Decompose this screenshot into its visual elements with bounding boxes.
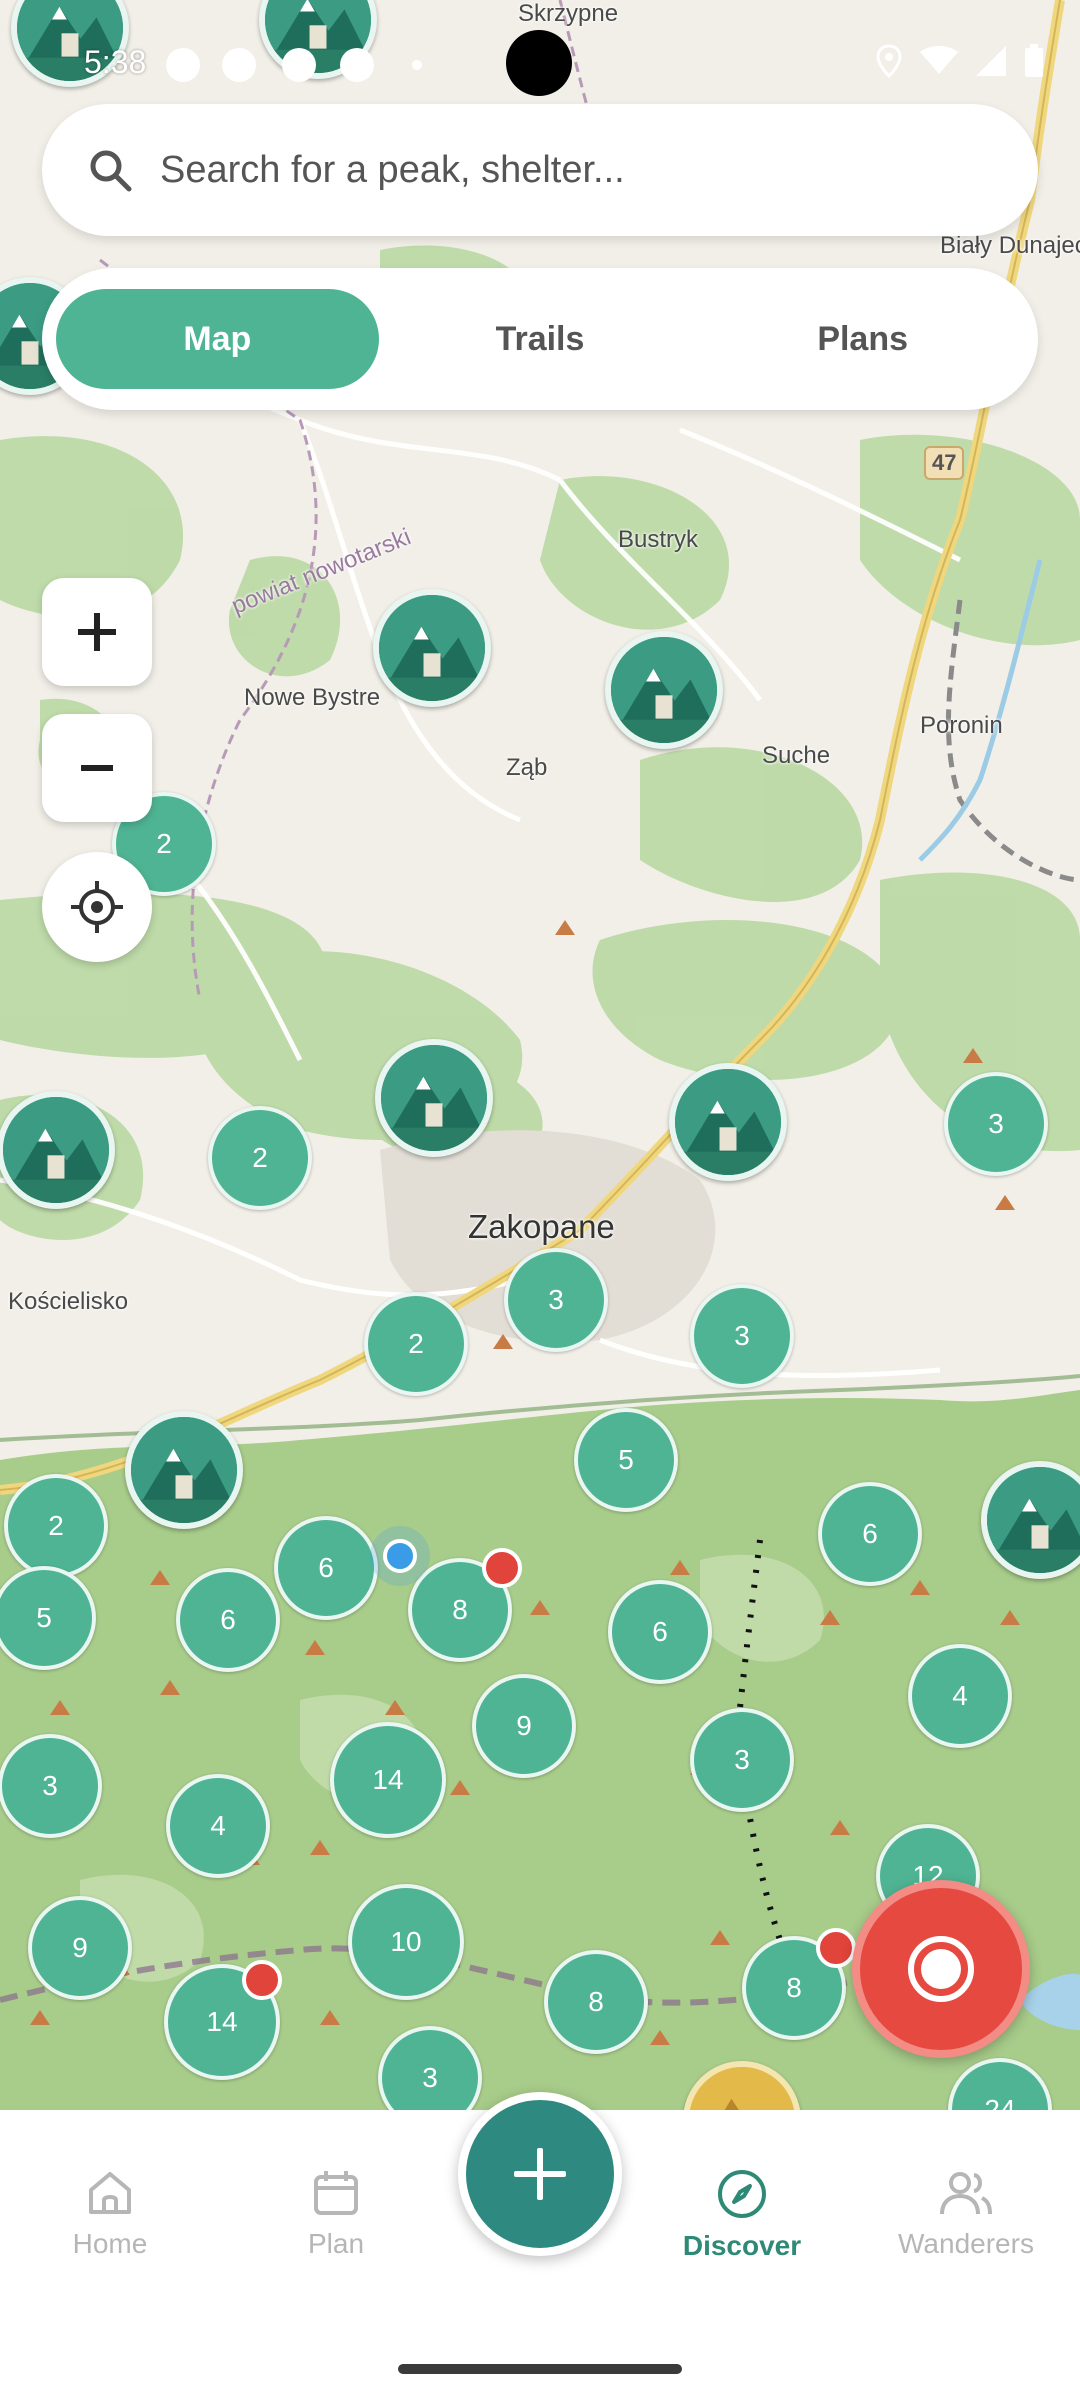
cluster-marker[interactable]: 4 — [908, 1644, 1012, 1748]
compass-icon — [718, 2170, 766, 2218]
cluster-marker[interactable]: 3 — [944, 1072, 1048, 1176]
nav-discover[interactable]: Discover — [652, 2168, 832, 2262]
place-label-poronin: Poronin — [920, 712, 1003, 739]
my-location-button[interactable] — [42, 852, 152, 962]
user-location-dot — [370, 1526, 430, 1586]
cluster-marker[interactable]: 9 — [472, 1674, 576, 1778]
search-icon — [90, 150, 132, 192]
cluster-marker[interactable]: 10 — [348, 1884, 464, 2000]
place-label-nowe-bystre: Nowe Bystre — [244, 684, 381, 711]
zoom-in-button[interactable] — [42, 578, 152, 686]
plus-icon — [78, 613, 116, 651]
cluster-marker[interactable]: 5 — [574, 1408, 678, 1512]
view-tabs: Map Trails Plans — [42, 268, 1038, 410]
cluster-marker[interactable]: 6 — [274, 1516, 378, 1620]
plus-icon — [514, 2148, 566, 2200]
alert-dot — [242, 1960, 282, 2000]
cluster-marker[interactable]: 8 — [544, 1950, 648, 2054]
cluster-marker[interactable]: 3 — [0, 1734, 102, 1838]
peak-marker[interactable] — [373, 589, 491, 707]
more-notifications-icon — [412, 60, 422, 70]
tab-trails[interactable]: Trails — [379, 289, 702, 389]
cluster-marker[interactable]: 2 — [4, 1474, 108, 1578]
cluster-marker[interactable]: 6 — [608, 1580, 712, 1684]
tab-plans[interactable]: Plans — [701, 289, 1024, 389]
nav-plan[interactable]: Plan — [246, 2168, 426, 2260]
people-icon — [940, 2172, 992, 2215]
tab-map[interactable]: Map — [56, 289, 379, 389]
calendar-icon — [314, 2171, 358, 2215]
camera-cutout — [506, 30, 572, 96]
home-indicator — [398, 2364, 682, 2374]
nav-wanderers-label: Wanderers — [898, 2228, 1034, 2259]
signal-icon — [976, 46, 1006, 76]
road-number-shield: 47 — [924, 446, 965, 480]
status-bar: 5:38 — [0, 0, 1080, 100]
nav-home-label: Home — [72, 2228, 148, 2259]
notification-icon — [166, 48, 200, 82]
cluster-marker[interactable]: 2 — [208, 1106, 312, 1210]
place-label-koscielisko: Kościelisko — [8, 1288, 129, 1315]
cluster-marker[interactable]: 4 — [166, 1774, 270, 1878]
place-label-zab: Ząb — [506, 754, 548, 781]
nav-wanderers[interactable]: Wanderers — [876, 2168, 1056, 2260]
wifi-icon — [920, 46, 958, 74]
battery-icon — [1025, 44, 1043, 77]
peak-marker[interactable] — [125, 1411, 243, 1529]
cluster-marker[interactable]: 3 — [690, 1284, 794, 1388]
nav-plan-label: Plan — [307, 2228, 365, 2259]
record-icon — [908, 1936, 974, 2002]
place-label-zakopane: Zakopane — [468, 1208, 615, 1245]
place-label-bustryk: Bustryk — [618, 526, 699, 553]
add-button[interactable] — [458, 2092, 622, 2256]
peak-marker[interactable] — [605, 631, 723, 749]
peak-marker[interactable] — [0, 1091, 115, 1209]
notification-icon — [282, 48, 316, 82]
place-label-bialy-dunajec: Biały Dunajec — [940, 232, 1080, 259]
zoom-out-button[interactable] — [42, 714, 152, 822]
cluster-marker[interactable]: 6 — [176, 1568, 280, 1672]
location-icon — [876, 44, 902, 78]
notification-icon — [222, 48, 256, 82]
notification-icon — [340, 48, 374, 82]
cluster-marker[interactable]: 3 — [690, 1708, 794, 1812]
crosshair-icon — [71, 881, 123, 933]
nav-home[interactable]: Home — [20, 2168, 200, 2260]
peak-marker[interactable] — [669, 1063, 787, 1181]
nav-discover-label: Discover — [682, 2230, 802, 2261]
cluster-marker[interactable]: 9 — [28, 1896, 132, 2000]
cluster-marker[interactable]: 3 — [504, 1248, 608, 1352]
search-bar[interactable] — [42, 104, 1038, 236]
home-icon — [89, 2172, 131, 2214]
minus-icon — [81, 765, 113, 771]
alert-dot — [482, 1548, 522, 1588]
status-icons — [876, 44, 1044, 78]
cluster-marker[interactable]: 6 — [818, 1482, 922, 1586]
place-label-suche: Suche — [762, 742, 831, 769]
peak-marker[interactable] — [375, 1039, 493, 1157]
search-input[interactable] — [160, 148, 980, 192]
cluster-marker[interactable]: 14 — [330, 1722, 446, 1838]
status-time: 5:38 — [84, 44, 147, 80]
record-button[interactable] — [852, 1880, 1030, 2058]
alert-dot — [816, 1928, 856, 1968]
cluster-marker[interactable]: 2 — [364, 1292, 468, 1396]
